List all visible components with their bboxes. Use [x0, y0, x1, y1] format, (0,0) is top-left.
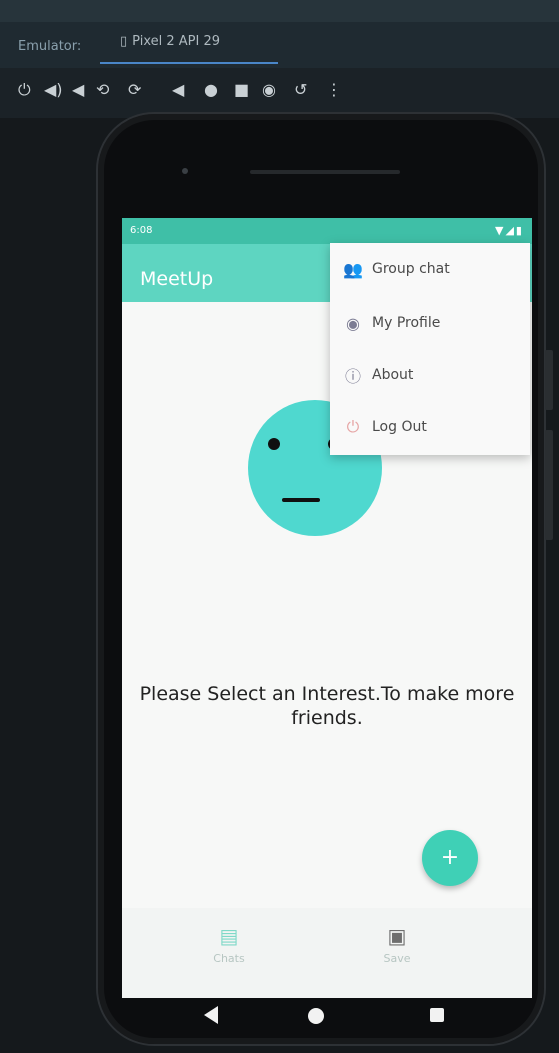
- volume-up-icon[interactable]: ◀): [44, 80, 63, 99]
- system-home-icon[interactable]: [308, 1008, 324, 1024]
- menu-item-group-chat[interactable]: 👥 Group chat: [330, 243, 530, 295]
- more-icon[interactable]: ⋮: [326, 80, 342, 99]
- system-navigation-bar: [122, 998, 532, 1038]
- bottom-navigation: ▤ Chats ▣ Save: [122, 908, 532, 998]
- window-top-strip: [0, 0, 559, 22]
- front-camera: [182, 168, 188, 174]
- power-icon: ⏻: [346, 417, 360, 436]
- phone-icon: ▯: [120, 34, 128, 49]
- rotate-right-icon[interactable]: ⟳: [128, 80, 141, 99]
- nav-label-chats: Chats: [213, 952, 245, 965]
- camera-icon[interactable]: ◉: [262, 80, 276, 99]
- system-back-icon[interactable]: [204, 1006, 218, 1024]
- power-icon[interactable]: ⏻: [18, 80, 31, 100]
- volume-down-icon[interactable]: ◀: [72, 80, 84, 99]
- app-title: MeetUp: [140, 268, 214, 290]
- back-icon[interactable]: ◀: [172, 80, 184, 99]
- volume-rocker: [545, 430, 553, 540]
- active-tab-indicator: [100, 62, 278, 64]
- overflow-popup-menu: 👥 Group chat ◉ My Profile ⓘ About ⏻ Log …: [330, 243, 530, 455]
- menu-item-about[interactable]: ⓘ About: [330, 349, 530, 401]
- emulator-label: Emulator:: [18, 39, 82, 54]
- phone-screen: 6:08 ▼◢▮ MeetUp ⋮ Please Select an Inter…: [122, 218, 532, 998]
- status-bar: 6:08 ▼◢▮: [122, 218, 532, 244]
- menu-item-log-out[interactable]: ⏻ Log Out: [330, 401, 530, 453]
- menu-label-my-profile: My Profile: [372, 315, 441, 331]
- nav-label-save: Save: [383, 952, 411, 965]
- menu-label-about: About: [372, 367, 414, 383]
- home-icon[interactable]: ●: [204, 80, 218, 99]
- gallery-icon: ▣: [387, 924, 407, 948]
- power-button: [545, 350, 553, 410]
- earpiece-speaker: [250, 170, 400, 174]
- emulator-tabbar: Emulator: ▯ Pixel 2 API 29: [0, 0, 559, 68]
- status-time: 6:08: [130, 225, 153, 236]
- group-icon: 👥: [343, 259, 363, 279]
- chat-icon: ▤: [219, 924, 239, 948]
- system-recents-icon[interactable]: [430, 1008, 444, 1022]
- face-mouth: [282, 498, 320, 502]
- info-icon: ⓘ: [344, 367, 361, 386]
- menu-label-group-chat: Group chat: [372, 261, 450, 277]
- empty-state-message: Please Select an Interest.To make more f…: [139, 683, 515, 729]
- emulator-tab-name: Pixel 2 API 29: [132, 34, 221, 49]
- menu-item-my-profile[interactable]: ◉ My Profile: [330, 297, 530, 349]
- menu-label-log-out: Log Out: [372, 419, 427, 435]
- status-icons: ▼◢▮: [495, 224, 524, 237]
- emulator-device-tab[interactable]: ▯ Pixel 2 API 29: [120, 34, 220, 49]
- face-left-eye: [268, 438, 280, 450]
- add-interest-button[interactable]: +: [422, 830, 478, 886]
- profile-icon: ◉: [346, 313, 360, 333]
- nav-item-save[interactable]: ▣ Save: [342, 908, 452, 998]
- rotate-left-icon[interactable]: ⟲: [96, 80, 109, 99]
- history-icon[interactable]: ↺: [294, 80, 307, 99]
- overview-icon[interactable]: ■: [234, 80, 249, 99]
- nav-item-chats[interactable]: ▤ Chats: [174, 908, 284, 998]
